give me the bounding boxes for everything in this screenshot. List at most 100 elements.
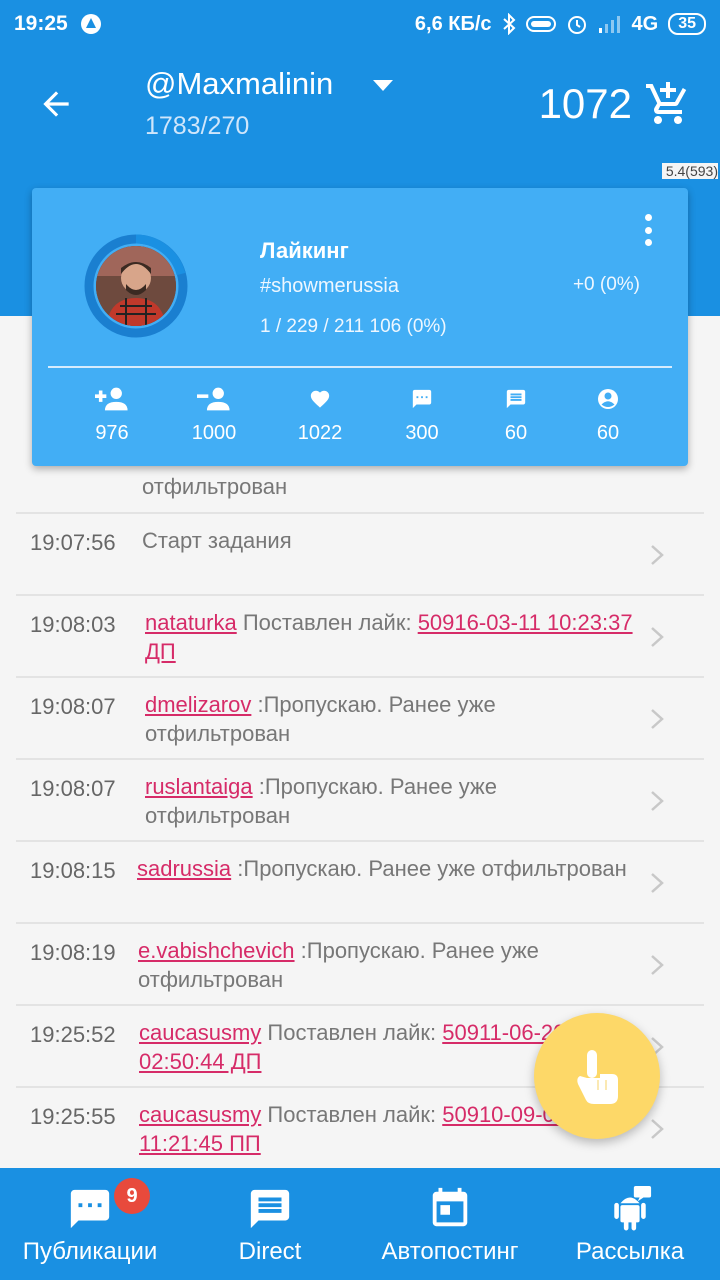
nav-direct[interactable]: Direct	[210, 1168, 330, 1280]
battery-indicator: 35	[668, 13, 706, 35]
cart-plus-icon	[646, 82, 687, 124]
chevron-right-icon	[651, 955, 664, 975]
nav-label: Рассылка	[575, 1238, 685, 1265]
log-row[interactable]: 19:08:15 sadrussia :Пропускаю. Ранее уже…	[16, 842, 704, 924]
log-row[interactable]: 19:08:03 nataturka Поставлен лайк: 50916…	[16, 596, 704, 678]
user-link[interactable]: dmelizarov	[145, 692, 251, 717]
log-row-partial[interactable]: отфильтрован	[16, 466, 704, 514]
stat-profiles: 60	[568, 386, 648, 445]
user-link[interactable]: caucasusmy	[139, 1020, 261, 1045]
stat-value: 1000	[191, 422, 237, 444]
follow-add-icon	[95, 387, 128, 411]
log-row[interactable]: 19:08:19 e.vabishchevich :Пропускаю. Ран…	[16, 924, 704, 1006]
chevron-right-icon	[651, 545, 664, 565]
nav-publications[interactable]: 9 Публикации	[10, 1168, 170, 1280]
stat-value: 1022	[297, 422, 343, 444]
app-version: 5.4(593)	[661, 163, 718, 179]
dot-icon	[644, 239, 652, 246]
status-time: 19:25	[14, 12, 68, 35]
stat-likes: 1022	[280, 386, 360, 445]
log-message: Старт задания	[142, 526, 644, 555]
log-time: 19:08:15	[30, 858, 116, 883]
nav-mailing[interactable]: Рассылка	[560, 1168, 700, 1280]
network-type: 4G	[631, 12, 659, 35]
log-message: nataturka Поставлен лайк: 50916-03-11 10…	[145, 608, 644, 666]
chevron-right-icon	[651, 709, 664, 729]
task-card[interactable]: Лайкинг #showmerussia +0 (0%) 1 / 229 / …	[32, 188, 688, 466]
log-time: 19:08:19	[30, 940, 116, 965]
add-to-cart-button[interactable]	[644, 80, 692, 128]
message-icon	[250, 1189, 290, 1229]
chevron-right-icon	[651, 791, 664, 811]
nav-label: Direct	[238, 1238, 302, 1265]
network-speed: 6,6 КБ/с	[414, 12, 492, 35]
log-message: ruslantaiga :Пропускаю. Ранее уже отфиль…	[145, 772, 644, 830]
dot-icon	[644, 226, 652, 234]
notification-badge: 9	[114, 1178, 150, 1214]
message-icon	[506, 389, 526, 409]
log-text: Старт задания	[142, 528, 292, 553]
avatar-progress-ring	[84, 234, 188, 338]
log-text: Поставлен лайк:	[261, 1020, 443, 1045]
follow-remove-icon	[197, 387, 230, 411]
log-row[interactable]: 19:08:07 ruslantaiga :Пропускаю. Ранее у…	[16, 760, 704, 842]
task-progress: 1 / 229 / 211 106 (0%)	[260, 316, 447, 337]
nav-autoposting[interactable]: Автопостинг	[370, 1168, 530, 1280]
chevron-right-icon	[651, 873, 664, 893]
log-time: 19:08:07	[30, 776, 116, 801]
nav-label: Публикации	[22, 1238, 158, 1265]
android-icon	[614, 1186, 652, 1231]
user-link[interactable]: ruslantaiga	[145, 774, 253, 799]
chevron-right-icon	[651, 627, 664, 647]
app-toolbar: @Maxmalinin 1783/270 1072	[0, 48, 720, 160]
stat-messages: 60	[476, 386, 556, 445]
comment-icon	[412, 389, 432, 409]
stat-value: 60	[596, 422, 620, 444]
user-link[interactable]: sadrussia	[137, 856, 231, 881]
log-message: dmelizarov :Пропускаю. Ранее уже отфильт…	[145, 690, 644, 748]
task-title: Лайкинг	[260, 238, 349, 263]
stat-value: 976	[95, 422, 129, 444]
account-name[interactable]: @Maxmalinin	[145, 66, 333, 102]
more-options-button[interactable]	[638, 210, 658, 250]
chat-icon	[70, 1189, 110, 1229]
log-row[interactable]: 19:08:07 dmelizarov :Пропускаю. Ранее уж…	[16, 678, 704, 760]
bottom-navigation: 9 Публикации Direct Автопостинг Рассылка	[0, 1168, 720, 1280]
profile-icon	[598, 389, 618, 409]
log-text: Поставлен лайк:	[236, 610, 418, 635]
log-text: :Пропускаю. Ранее уже отфильтрован	[231, 856, 627, 881]
heart-icon	[310, 390, 330, 408]
task-stats: 976 1000 1022 300 60 60	[62, 386, 658, 450]
stat-follows: 976	[72, 386, 152, 445]
log-message: e.vabishchevich :Пропускаю. Ранее уже от…	[138, 936, 644, 994]
back-button[interactable]	[30, 78, 82, 130]
user-link[interactable]: nataturka	[145, 610, 237, 635]
stat-value: 300	[405, 422, 439, 444]
user-link[interactable]: caucasusmy	[139, 1102, 261, 1127]
touch-icon	[577, 1050, 618, 1104]
log-time: 19:07:56	[30, 530, 116, 555]
app-notification-icon	[80, 14, 101, 34]
balance: 1072	[538, 80, 632, 127]
vpn-icon	[525, 16, 556, 32]
task-hashtag: #showmerussia	[260, 275, 399, 297]
task-delta: +0 (0%)	[572, 274, 640, 295]
caret-down-icon	[373, 80, 393, 91]
bluetooth-icon	[502, 13, 515, 35]
stat-value: 60	[504, 422, 528, 444]
avatar	[96, 246, 176, 326]
followers-following: 1783/270	[145, 112, 250, 140]
log-time: 19:25:52	[30, 1022, 116, 1047]
log-row[interactable]: 19:07:56 Старт задания	[16, 514, 704, 596]
log-text: отфильтрован	[142, 474, 288, 499]
nav-label: Автопостинг	[381, 1238, 519, 1265]
signal-icon	[598, 16, 620, 33]
calendar-icon	[432, 1187, 468, 1227]
account-dropdown[interactable]	[370, 76, 396, 96]
dot-icon	[644, 214, 652, 221]
user-link[interactable]: e.vabishchevich	[138, 938, 295, 963]
card-divider	[48, 366, 672, 368]
stat-comments: 300	[382, 386, 462, 445]
log-time: 19:08:07	[30, 694, 116, 719]
tap-action-button[interactable]	[534, 1013, 660, 1139]
